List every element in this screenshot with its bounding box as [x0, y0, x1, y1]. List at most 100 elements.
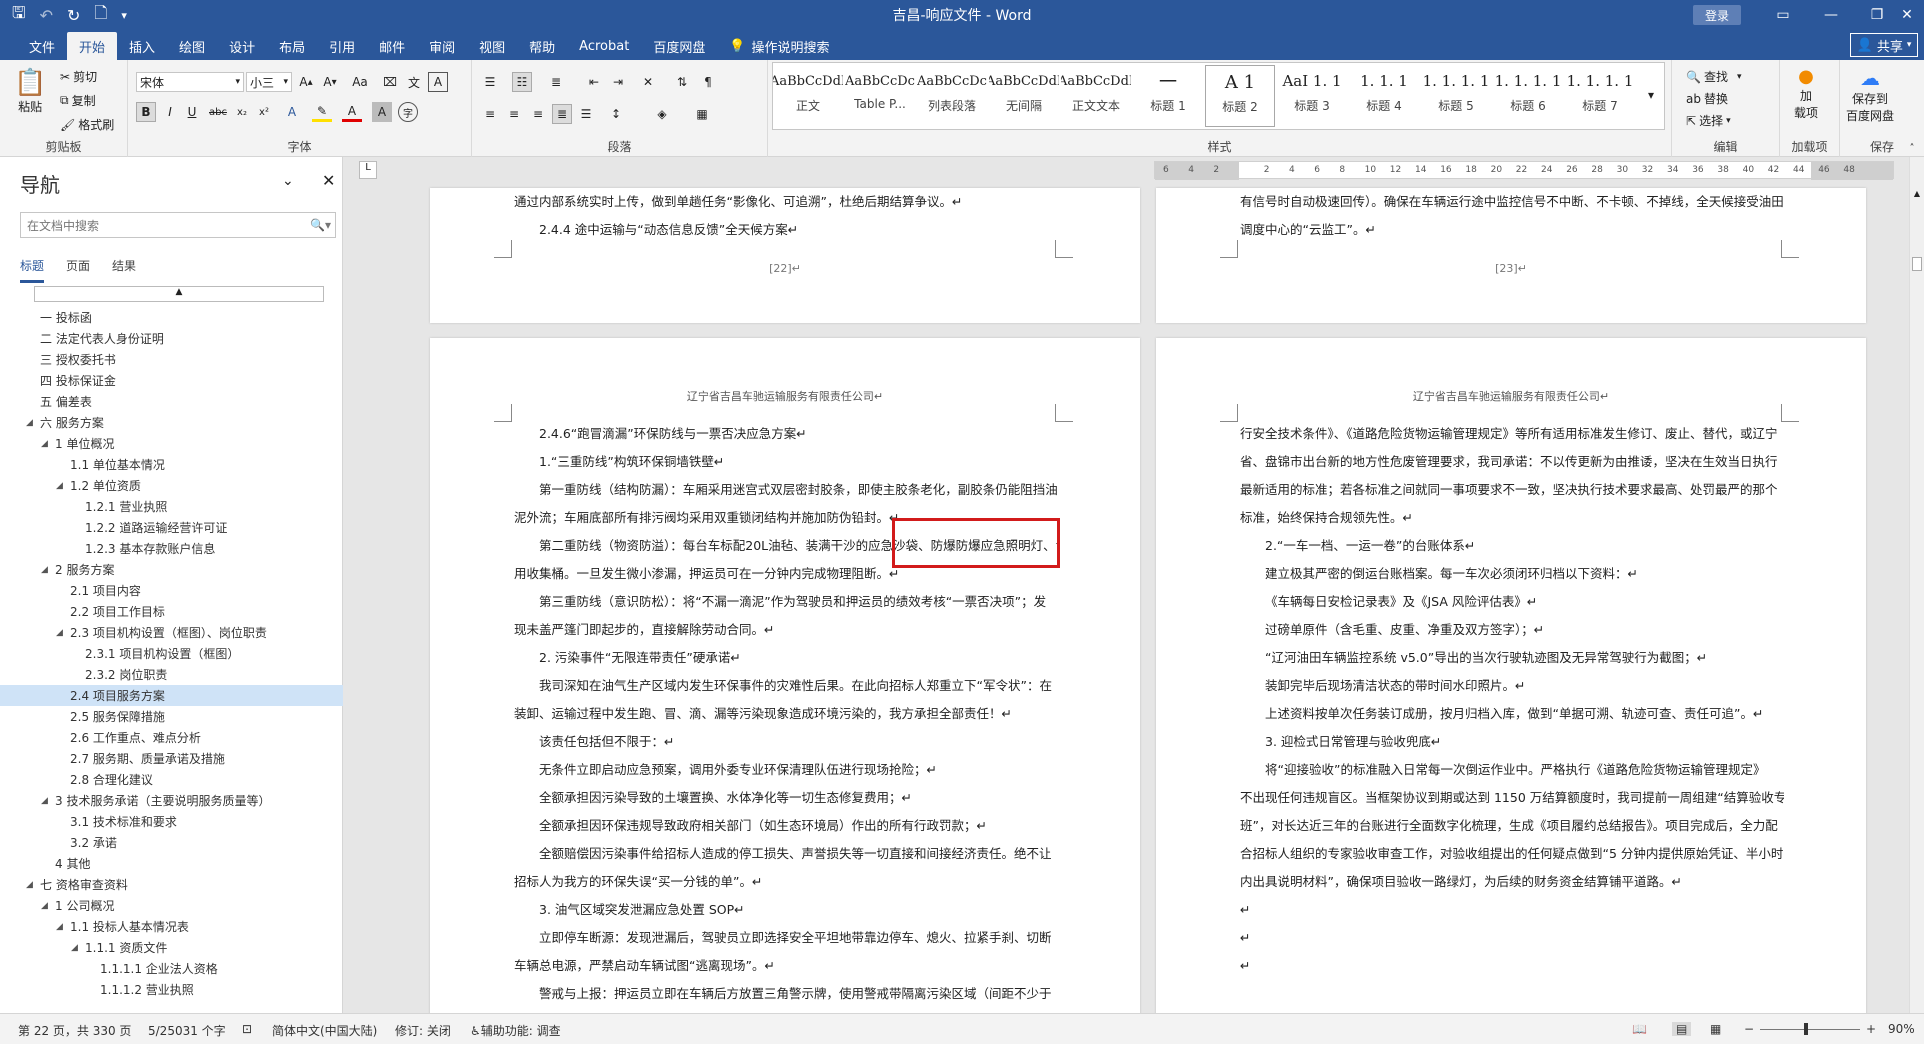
nav-tab-results[interactable]: 结果 [112, 257, 136, 283]
nav-heading-item[interactable]: ◢ 2.3 项目机构设置（框图）、岗位职责 [0, 622, 343, 643]
zoom-in-icon[interactable]: + [1866, 1022, 1876, 1036]
nav-search-input[interactable]: 在文档中搜索 🔍▾ [20, 212, 336, 238]
expand-triangle-icon[interactable]: ◢ [41, 796, 55, 806]
language-status[interactable]: 简体中文(中国大陆) [272, 1022, 377, 1039]
style-item[interactable]: 1. 1. 1. 1 标题 7 [1565, 65, 1635, 127]
style-item-selected[interactable]: A 1 标题 2 [1205, 65, 1275, 127]
show-marks-icon[interactable]: ¶ [698, 72, 718, 92]
nav-heading-item[interactable]: 1.2.1 营业执照 [0, 496, 343, 517]
web-layout-icon[interactable]: ▦ [1710, 1022, 1721, 1036]
tab-insert[interactable]: 插入 [117, 32, 167, 60]
text-effects-icon[interactable]: A [282, 102, 302, 122]
copy-button[interactable]: ⧉ 复制 [60, 92, 96, 109]
nav-heading-item[interactable]: ◢ 六 服务方案 [0, 412, 343, 433]
nav-heading-item[interactable]: 2.6 工作重点、难点分析 [0, 727, 343, 748]
char-shading-icon[interactable]: A [372, 102, 392, 122]
style-item[interactable]: AaBbCcDdI 无间隔 [989, 65, 1059, 127]
line-spacing-icon[interactable]: ↕ [606, 104, 626, 124]
close-icon[interactable]: ✕ [322, 171, 335, 190]
style-item[interactable]: AaBbCcDdI 正文 [773, 65, 843, 127]
zoom-slider[interactable] [1760, 1023, 1860, 1035]
nav-heading-item[interactable]: ◢ 1.2 单位资质 [0, 475, 343, 496]
bold-icon[interactable]: B [136, 102, 156, 122]
expand-triangle-icon[interactable]: ◢ [41, 565, 55, 575]
expand-triangle-icon[interactable]: ◢ [26, 880, 40, 890]
page23-body[interactable]: 行安全技术条件》、《道路危险货物运输管理规定》等所有适用标准发生修订、废止、替代… [1240, 420, 1784, 980]
tab-acrobat[interactable]: Acrobat [567, 32, 641, 60]
minimize-button[interactable]: — [1808, 0, 1854, 30]
search-icon[interactable]: 🔍▾ [310, 218, 331, 232]
ribbon-display-icon[interactable]: ▭ [1760, 0, 1806, 30]
italic-icon[interactable]: I [160, 102, 180, 122]
nav-heading-item[interactable]: ◢ 七 资格审查资料 [0, 874, 343, 895]
vertical-scrollbar[interactable]: ▲ [1909, 157, 1924, 1013]
tab-mailings[interactable]: 邮件 [367, 32, 417, 60]
scroll-up-icon[interactable]: ▲ [1910, 189, 1924, 198]
word-count-status[interactable]: 5/25031 个字 [148, 1022, 226, 1039]
style-item[interactable]: AaI 1. 1 标题 3 [1277, 65, 1347, 127]
nav-heading-item[interactable]: 2.1 项目内容 [0, 580, 343, 601]
numbering-icon[interactable]: ☷ [512, 72, 532, 92]
expand-triangle-icon[interactable]: ◢ [56, 481, 70, 491]
nav-heading-item[interactable]: ◢ 2 服务方案 [0, 559, 343, 580]
tab-help[interactable]: 帮助 [517, 32, 567, 60]
tab-baidu[interactable]: 百度网盘 [641, 32, 717, 60]
clear-format-icon[interactable]: ⌧ [380, 72, 400, 92]
page22-text[interactable]: 通过内部系统实时上传，做到单趟任务“影像化、可追溯”，杜绝后期结算争议。↵ 2.… [514, 188, 1054, 244]
track-changes-status[interactable]: 修订: 关闭 [395, 1022, 451, 1039]
strikethrough-icon[interactable]: abc [208, 102, 228, 122]
format-painter-button[interactable]: 🖌 格式刷 [60, 116, 114, 133]
nav-heading-item[interactable]: 二 法定代表人身份证明 [0, 328, 343, 349]
expand-triangle-icon[interactable]: ◢ [71, 943, 85, 953]
nav-heading-item[interactable]: 2.3.2 岗位职责 [0, 664, 343, 685]
print-layout-icon[interactable]: ▤ [1672, 1022, 1692, 1036]
decrease-indent-icon[interactable]: ⇤ [584, 72, 604, 92]
nav-heading-item[interactable]: 五 偏差表 [0, 391, 343, 412]
addins-button[interactable]: ● 加 载项 [1794, 66, 1818, 121]
tab-references[interactable]: 引用 [317, 32, 367, 60]
align-left-icon[interactable]: ≡ [480, 104, 500, 124]
grow-font-icon[interactable]: A ▴ [296, 72, 316, 92]
nav-heading-item[interactable]: 2.4 项目服务方案 [0, 685, 343, 706]
nav-heading-item[interactable]: 1.1 单位基本情况 [0, 454, 343, 475]
style-item[interactable]: 1. 1. 1. 1 标题 5 [1421, 65, 1491, 127]
nav-heading-item[interactable]: ◢ 3 技术服务承诺（主要说明服务质量等） [0, 790, 343, 811]
zoom-out-icon[interactable]: − [1744, 1022, 1754, 1036]
expand-triangle-icon[interactable]: ◢ [26, 418, 40, 428]
zoom-slider-thumb[interactable] [1804, 1023, 1808, 1035]
customize-toolbar-icon[interactable]: ▾ [121, 9, 127, 22]
font-size-select[interactable]: 小三 ▾ [246, 72, 292, 92]
save-icon[interactable]: 🖫 [12, 2, 26, 29]
find-button[interactable]: 🔍 查找 ▾ [1686, 68, 1742, 85]
underline-icon[interactable]: U [182, 102, 202, 122]
tab-layout[interactable]: 布局 [267, 32, 317, 60]
style-item[interactable]: AaBbCcDc Table P... [845, 65, 915, 127]
nav-heading-item[interactable]: 3.1 技术标准和要求 [0, 811, 343, 832]
nav-heading-item[interactable]: 3.2 承诺 [0, 832, 343, 853]
nav-tab-headings[interactable]: 标题 [20, 257, 45, 283]
document-icon[interactable]: 🗋 [94, 2, 107, 29]
enclose-char-icon[interactable]: 字 [398, 102, 418, 122]
cut-button[interactable]: ✂ 剪切 [60, 68, 97, 85]
nav-scroll-up[interactable]: ▲ [34, 286, 324, 302]
ruler-corner[interactable]: L [359, 161, 377, 179]
tab-home[interactable]: 开始 [67, 32, 118, 60]
bullets-icon[interactable]: ☰ [480, 72, 500, 92]
tab-review[interactable]: 审阅 [417, 32, 467, 60]
replace-button[interactable]: ab 替换 [1686, 90, 1728, 107]
proofing-icon[interactable]: ⊡ [242, 1022, 252, 1036]
tell-me-search[interactable]: 💡 操作说明搜索 [717, 32, 841, 60]
accessibility-status[interactable]: ♿辅助功能: 调查 [470, 1022, 561, 1039]
collapse-ribbon-icon[interactable]: ˄ [1902, 138, 1922, 158]
close-button[interactable]: ✕ [1890, 0, 1924, 30]
nav-heading-item[interactable]: 1.1.1.2 营业执照 [0, 979, 343, 1000]
shrink-font-icon[interactable]: A ▾ [320, 72, 340, 92]
highlight-icon[interactable]: ✎ [312, 102, 332, 122]
redo-icon[interactable]: ↻ [67, 6, 80, 25]
chinese-layout-icon[interactable]: ✕ [638, 72, 658, 92]
scroll-thumb[interactable] [1912, 257, 1922, 271]
increase-indent-icon[interactable]: ⇥ [608, 72, 628, 92]
shading-icon[interactable]: ◈ [652, 104, 672, 124]
page-count-status[interactable]: 第 22 页，共 330 页 [18, 1022, 131, 1039]
change-case-icon[interactable]: Aa [350, 72, 370, 92]
